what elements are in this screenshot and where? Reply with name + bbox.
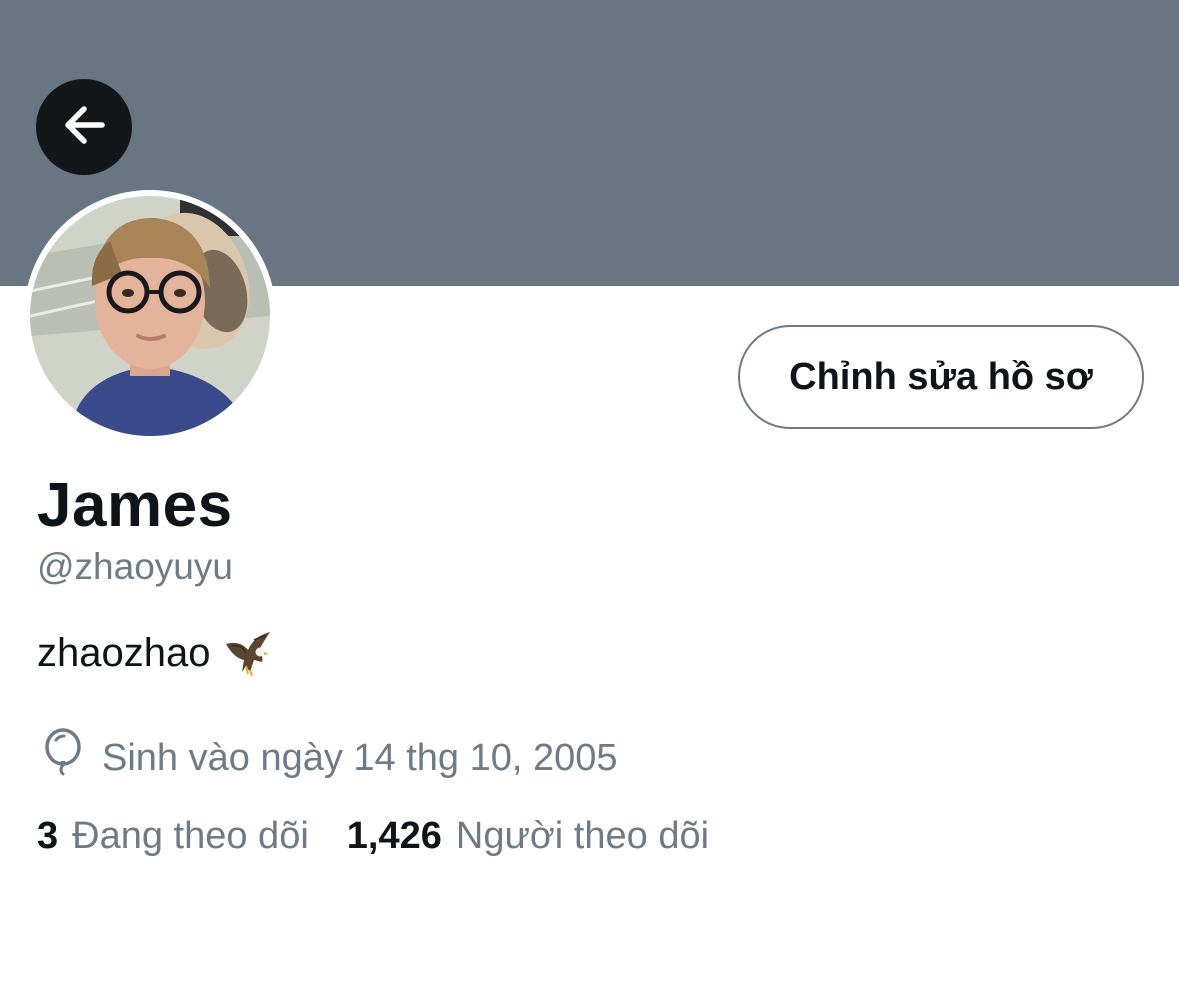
birthday-row: Sinh vào ngày 14 thg 10, 2005 xyxy=(40,728,618,788)
follow-stats: 3 Đang theo dõi 1,426 Người theo dõi xyxy=(37,815,709,858)
eagle-icon xyxy=(224,630,274,677)
arrow-left-icon xyxy=(58,99,110,156)
user-handle: @zhaoyuyu xyxy=(37,546,233,587)
following-link[interactable]: 3 Đang theo dõi xyxy=(37,815,309,858)
birthday-text: Sinh vào ngày 14 thg 10, 2005 xyxy=(102,736,618,779)
back-button[interactable] xyxy=(36,79,132,175)
followers-link[interactable]: 1,426 Người theo dõi xyxy=(347,815,709,858)
display-name: James xyxy=(37,471,233,540)
bio-text: zhaozhao xyxy=(37,630,211,675)
following-count: 3 xyxy=(37,815,59,857)
edit-profile-button[interactable]: Chỉnh sửa hồ sơ xyxy=(738,325,1144,429)
balloon-icon xyxy=(40,728,102,788)
avatar[interactable] xyxy=(24,190,276,442)
followers-label: Người theo dõi xyxy=(455,815,710,857)
bio: zhaozhao xyxy=(37,630,274,677)
followers-count: 1,426 xyxy=(346,815,442,857)
following-label: Đang theo dõi xyxy=(72,815,309,857)
avatar-photo xyxy=(30,196,270,436)
profile-page: Chỉnh sửa hồ sơ James @zhaoyuyu zhaozhao… xyxy=(0,0,1179,988)
